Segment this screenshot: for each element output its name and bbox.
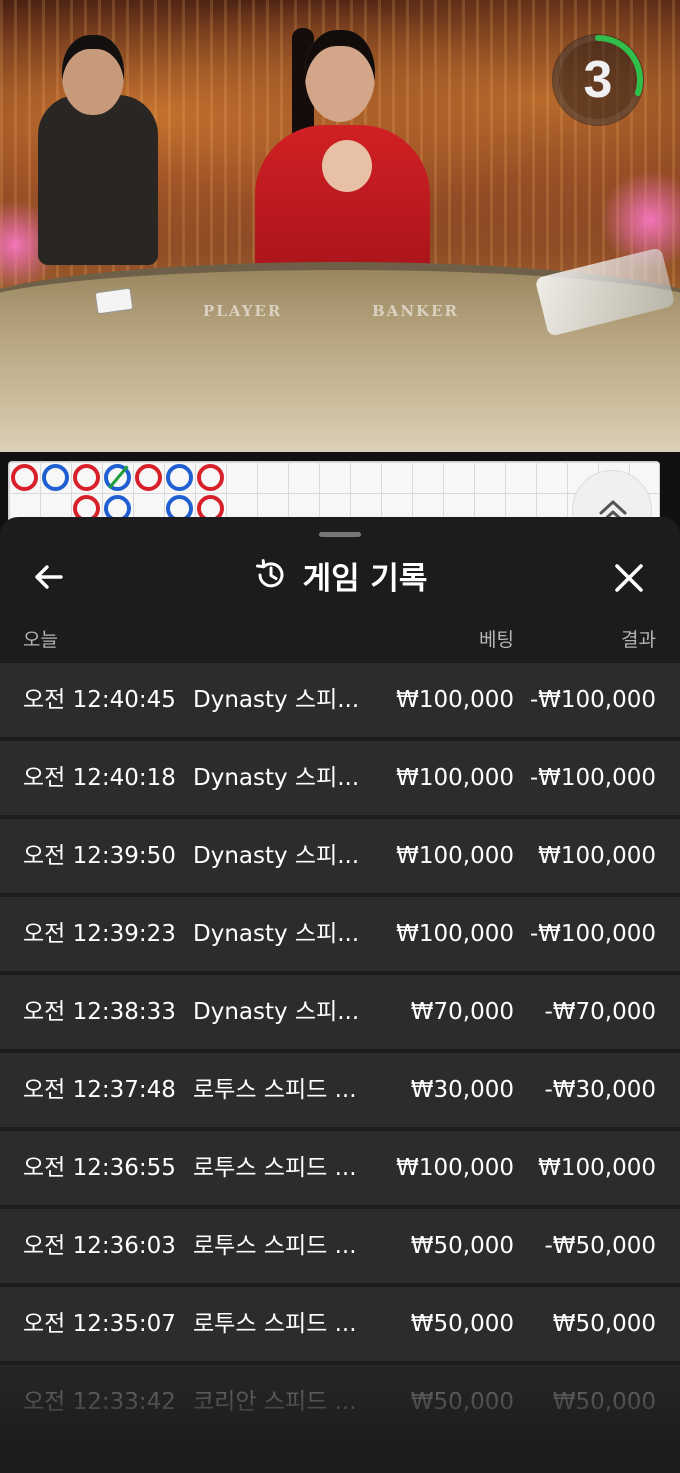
history-result-amount: -₩30,000 bbox=[544, 1077, 656, 1103]
history-result-amount: ₩50,000 bbox=[552, 1389, 656, 1415]
history-icon bbox=[255, 559, 284, 588]
banker-bead bbox=[197, 464, 224, 491]
history-time: 오전 12:35:07 bbox=[23, 1311, 176, 1337]
history-time: 오전 12:39:23 bbox=[23, 921, 176, 947]
history-game-name: Dynasty 스피... bbox=[193, 921, 360, 947]
history-game-name: Dynasty 스피... bbox=[193, 999, 360, 1025]
history-result-amount: ₩50,000 bbox=[552, 1311, 656, 1337]
history-game-name: Dynasty 스피... bbox=[193, 765, 360, 791]
history-row[interactable]: 오전 12:36:55 로투스 스피드 ... ₩100,000 ₩100,000 bbox=[0, 1131, 680, 1205]
player-bead bbox=[42, 464, 69, 491]
history-bet-amount: ₩100,000 bbox=[396, 687, 514, 713]
sheet-title: 게임 기록 bbox=[302, 560, 428, 597]
game-history-sheet: 게임 기록 오늘 베팅 결과 오전 12:40:45 Dynasty 스피... ₩… bbox=[0, 517, 680, 1473]
history-row[interactable]: 오전 12:39:23 Dynasty 스피... ₩100,000 -₩100,00… bbox=[0, 897, 680, 971]
history-result-amount: -₩100,000 bbox=[529, 765, 656, 791]
title-wrap: 게임 기록 bbox=[0, 545, 680, 605]
shuffler-body bbox=[38, 95, 158, 265]
history-bet-amount: ₩100,000 bbox=[396, 1155, 514, 1181]
history-game-name: 로투스 스피드 ... bbox=[193, 1077, 357, 1103]
banker-bead bbox=[11, 464, 38, 491]
history-result-amount: ₩100,000 bbox=[538, 1155, 656, 1181]
player-bead bbox=[166, 464, 193, 491]
table-label-player: PLAYER bbox=[203, 302, 283, 320]
history-bet-amount: ₩100,000 bbox=[396, 921, 514, 947]
history-result-amount: -₩100,000 bbox=[529, 687, 656, 713]
close-button[interactable] bbox=[608, 557, 650, 599]
sheet-grabber[interactable] bbox=[319, 532, 361, 537]
history-bet-amount: ₩50,000 bbox=[410, 1233, 514, 1259]
history-bet-amount: ₩50,000 bbox=[410, 1311, 514, 1337]
history-game-name: Dynasty 스피... bbox=[193, 687, 360, 713]
history-game-name: 코리안 스피드 ... bbox=[193, 1389, 357, 1415]
history-time: 오전 12:36:55 bbox=[23, 1155, 176, 1181]
app-root: PLAYER BANKER 3 게임 기록 오늘 베팅 결과 오전 12:40:… bbox=[0, 0, 680, 1473]
history-time: 오전 12:38:33 bbox=[23, 999, 176, 1025]
history-result-amount: -₩100,000 bbox=[529, 921, 656, 947]
history-row[interactable]: 오전 12:40:18 Dynasty 스피... ₩100,000 -₩100,00… bbox=[0, 741, 680, 815]
countdown-value: 3 bbox=[583, 51, 613, 109]
live-video: PLAYER BANKER 3 bbox=[0, 0, 680, 452]
history-game-name: 로투스 스피드 ... bbox=[193, 1155, 357, 1181]
banker-bead bbox=[73, 464, 100, 491]
column-header-bet: 베팅 bbox=[479, 629, 514, 651]
history-bet-amount: ₩30,000 bbox=[410, 1077, 514, 1103]
history-result-amount: ₩100,000 bbox=[538, 843, 656, 869]
player-bead bbox=[104, 464, 131, 491]
history-bet-amount: ₩70,000 bbox=[410, 999, 514, 1025]
banker-bead bbox=[135, 464, 162, 491]
history-row[interactable]: 오전 12:39:50 Dynasty 스피... ₩100,000 ₩100,000 bbox=[0, 819, 680, 893]
history-row[interactable]: 오전 12:36:03 로투스 스피드 ... ₩50,000 -₩50,000 bbox=[0, 1209, 680, 1283]
dealer-neck bbox=[322, 140, 372, 192]
back-button[interactable] bbox=[28, 557, 68, 597]
history-bet-amount: ₩100,000 bbox=[396, 843, 514, 869]
history-row[interactable]: 오전 12:38:33 Dynasty 스피... ₩70,000 -₩70,000 bbox=[0, 975, 680, 1049]
sheet-header: 게임 기록 bbox=[0, 545, 680, 605]
history-time: 오전 12:39:50 bbox=[23, 843, 176, 869]
history-row[interactable]: 오전 12:33:42 코리안 스피드 ... ₩50,000 ₩50,000 bbox=[0, 1365, 680, 1439]
column-header-result: 결과 bbox=[621, 629, 656, 651]
dealer-head bbox=[305, 30, 375, 122]
history-result-amount: -₩50,000 bbox=[544, 1233, 656, 1259]
history-bet-amount: ₩100,000 bbox=[396, 765, 514, 791]
history-bet-amount: ₩50,000 bbox=[410, 1389, 514, 1415]
history-result-amount: -₩70,000 bbox=[544, 999, 656, 1025]
history-game-name: 로투스 스피드 ... bbox=[193, 1233, 357, 1259]
history-time: 오전 12:40:45 bbox=[23, 687, 176, 713]
history-row[interactable]: 오전 12:37:48 로투스 스피드 ... ₩30,000 -₩30,000 bbox=[0, 1053, 680, 1127]
shuffler-head bbox=[62, 35, 124, 115]
table-label-banker: BANKER bbox=[372, 302, 459, 320]
history-row[interactable]: 오전 12:35:07 로투스 스피드 ... ₩50,000 ₩50,000 bbox=[0, 1287, 680, 1361]
arrow-left-icon bbox=[35, 565, 63, 589]
history-time: 오전 12:37:48 bbox=[23, 1077, 176, 1103]
history-time: 오전 12:36:03 bbox=[23, 1233, 176, 1259]
history-time: 오전 12:40:18 bbox=[23, 765, 176, 791]
history-game-name: 로투스 스피드 ... bbox=[193, 1311, 357, 1337]
history-row[interactable]: 오전 12:40:45 Dynasty 스피... ₩100,000 -₩100,00… bbox=[0, 663, 680, 737]
close-icon bbox=[615, 564, 643, 592]
history-time: 오전 12:33:42 bbox=[23, 1389, 176, 1415]
history-game-name: Dynasty 스피... bbox=[193, 843, 360, 869]
history-list: 오전 12:40:45 Dynasty 스피... ₩100,000 -₩100,00… bbox=[0, 663, 680, 1443]
column-header-date: 오늘 bbox=[23, 629, 58, 651]
countdown-timer: 3 bbox=[552, 34, 644, 126]
